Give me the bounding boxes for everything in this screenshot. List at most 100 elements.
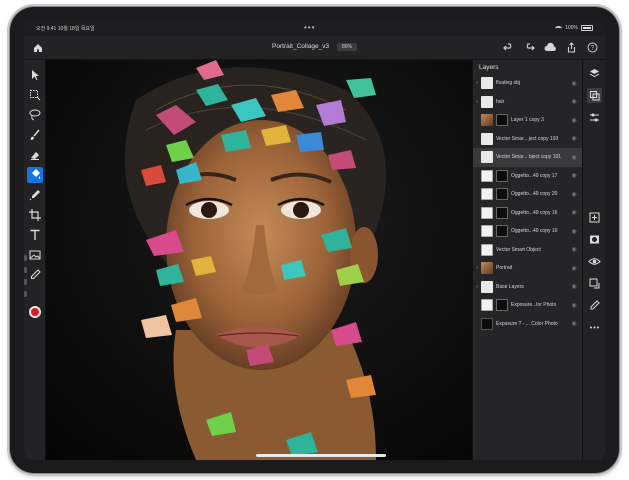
add-layer-icon[interactable] xyxy=(587,210,602,225)
layer-mask-thumbnail xyxy=(496,114,508,127)
visibility-eye-icon[interactable]: ◉ xyxy=(569,172,579,179)
layer-row[interactable]: Oggetto...49 copy 20 ◉ xyxy=(473,185,582,204)
layer-row[interactable]: Vector Smar... bject copy 191 ◉ xyxy=(473,148,582,167)
layer-row[interactable]: Oggetto...49 copy 17 ◉ xyxy=(473,167,582,186)
battery-icon xyxy=(581,25,593,31)
visibility-eye-icon[interactable]: ◉ xyxy=(569,320,579,327)
fill-icon[interactable] xyxy=(27,167,43,183)
layer-row[interactable]: › Base Layers ◉ xyxy=(473,278,582,297)
layer-row[interactable]: Layer 1 copy 3 ◉ xyxy=(473,111,582,130)
home-indicator[interactable] xyxy=(256,454,386,457)
layer-mask-thumbnail xyxy=(496,169,508,182)
layer-row[interactable]: Vector Smar... ject copy 193 ◉ xyxy=(473,130,582,149)
chevron-right-icon[interactable]: › xyxy=(473,284,481,290)
layer-name: Oggetto...49 copy 20 xyxy=(511,191,558,198)
visibility-eye-icon[interactable]: ◉ xyxy=(569,98,579,105)
layer-row[interactable]: › Portrait ◉ xyxy=(473,259,582,278)
marquee-icon[interactable] xyxy=(27,87,43,103)
chevron-right-icon[interactable]: › xyxy=(473,99,481,105)
share-icon[interactable] xyxy=(565,41,578,54)
layer-thumbnail xyxy=(481,77,493,90)
layer-list: › floating obj ◉ › hair ◉ Layer 1 copy 3 ◉ Vecto… xyxy=(473,74,582,333)
layer-name: Portrait xyxy=(496,265,513,272)
dropper-brush-icon[interactable] xyxy=(27,187,43,203)
layer-thumbnail xyxy=(481,151,493,164)
visibility-eye-icon[interactable]: ◉ xyxy=(569,154,579,161)
eraser-icon[interactable] xyxy=(27,147,43,163)
document-title[interactable]: Portrait_Collage_v3 xyxy=(272,43,329,50)
visibility-eye-icon[interactable]: ◉ xyxy=(569,191,579,198)
layer-mask-thumbnail xyxy=(496,188,508,201)
visibility-eye-icon[interactable]: ◉ xyxy=(569,135,579,142)
layer-name: Exposure ? - ... Color Photo xyxy=(496,320,558,327)
zoom-level[interactable]: 86% xyxy=(336,43,357,51)
undo-icon[interactable] xyxy=(502,41,515,54)
layer-row[interactable]: › floating obj ◉ xyxy=(473,74,582,93)
visibility-eye-icon[interactable]: ◉ xyxy=(569,283,579,290)
image-icon[interactable] xyxy=(27,247,43,263)
layer-thumbnail xyxy=(481,132,493,145)
adjust-icon[interactable] xyxy=(587,110,602,125)
layer-name: Base Layers xyxy=(496,283,524,290)
layer-name: floating obj xyxy=(496,80,521,87)
tools-toolbar xyxy=(24,60,46,460)
layer-thumbnail xyxy=(481,114,493,127)
type-icon[interactable] xyxy=(27,227,43,243)
clear-icon[interactable] xyxy=(587,298,602,313)
layer-name: Vector Smar... bject copy 191 xyxy=(496,154,562,161)
lasso-icon[interactable] xyxy=(27,107,43,123)
multitasking-dots[interactable]: ••• xyxy=(304,23,315,32)
merge-icon[interactable] xyxy=(587,276,602,291)
chevron-right-icon[interactable]: › xyxy=(473,265,481,271)
layer-thumbnail xyxy=(481,243,493,256)
layer-thumbnail xyxy=(481,225,493,238)
layer-name: Oggetto...49 copy 19 xyxy=(511,228,558,235)
help-icon[interactable]: ? xyxy=(586,41,599,54)
layer-mask-thumbnail xyxy=(496,225,508,238)
crop-icon[interactable] xyxy=(27,207,43,223)
canvas[interactable] xyxy=(46,60,472,460)
status-indicators: 100% xyxy=(555,25,593,31)
toolbar-pager xyxy=(24,255,28,315)
layers-stack-icon[interactable] xyxy=(587,66,602,81)
visibility-icon[interactable] xyxy=(587,254,602,269)
visibility-eye-icon[interactable]: ◉ xyxy=(569,80,579,87)
wifi-icon xyxy=(555,25,563,31)
visibility-eye-icon[interactable]: ◉ xyxy=(569,228,579,235)
layer-thumbnail xyxy=(481,206,493,219)
layer-row[interactable]: Exposure...lor Photo ◉ xyxy=(473,296,582,315)
visibility-eye-icon[interactable]: ◉ xyxy=(569,117,579,124)
visibility-eye-icon[interactable]: ◉ xyxy=(569,265,579,272)
cloud-icon[interactable] xyxy=(544,41,557,54)
status-time: 오전 9:41 10월 18일 목요일 xyxy=(36,26,95,32)
chevron-right-icon[interactable]: › xyxy=(473,80,481,86)
layers-panel-title: Layers xyxy=(479,64,499,71)
layers-panel: Layers › floating obj ◉ › hair ◉ Layer 1 copy … xyxy=(472,60,582,460)
layer-name: Vector Smar... ject copy 193 xyxy=(496,135,559,142)
mask-icon[interactable] xyxy=(587,232,602,247)
brush-icon[interactable] xyxy=(27,127,43,143)
layer-row[interactable]: Oggetto...49 copy 16 ◉ xyxy=(473,204,582,223)
layer-name: Oggetto...49 copy 17 xyxy=(511,172,558,179)
app-screen: 오전 9:41 10월 18일 목요일 ••• 100% Portrait_Co… xyxy=(24,20,605,460)
layer-mask-thumbnail xyxy=(496,206,508,219)
svg-text:?: ? xyxy=(591,46,595,52)
layer-thumbnail xyxy=(481,299,493,312)
layer-name: Vector Smart Object xyxy=(496,246,541,253)
layer-row[interactable]: › hair ◉ xyxy=(473,93,582,112)
more-icon[interactable] xyxy=(587,320,602,335)
redo-icon[interactable] xyxy=(523,41,536,54)
layer-thumbnail xyxy=(481,188,493,201)
battery-percent: 100% xyxy=(565,25,578,31)
layer-row[interactable]: Exposure ? - ... Color Photo ◉ xyxy=(473,315,582,334)
foreground-color-swatch[interactable] xyxy=(29,306,41,318)
visibility-eye-icon[interactable]: ◉ xyxy=(569,209,579,216)
move-icon[interactable] xyxy=(27,67,43,83)
layer-props-icon[interactable] xyxy=(587,88,602,103)
eyedropper-icon[interactable] xyxy=(27,267,43,283)
layer-row[interactable]: Vector Smart Object ◉ xyxy=(473,241,582,260)
layer-row[interactable]: Oggetto...49 copy 19 ◉ xyxy=(473,222,582,241)
layer-name: Exposure...lor Photo xyxy=(511,302,557,309)
visibility-eye-icon[interactable]: ◉ xyxy=(569,246,579,253)
visibility-eye-icon[interactable]: ◉ xyxy=(569,302,579,309)
